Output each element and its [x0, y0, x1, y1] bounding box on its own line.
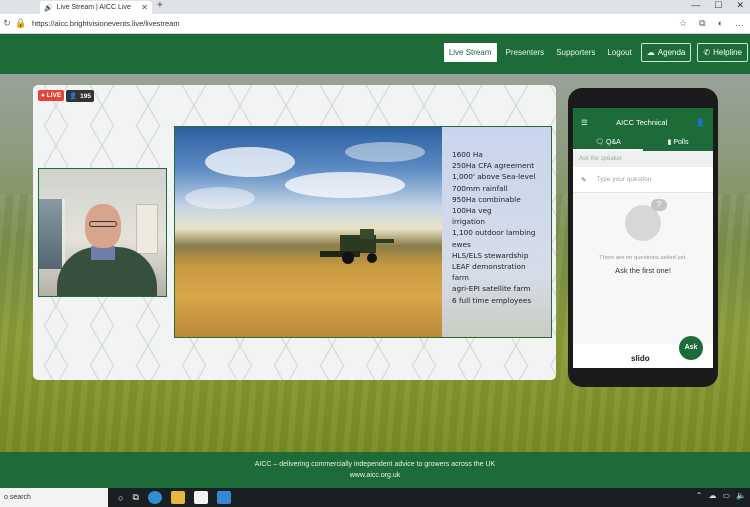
- fact-line: 700mm rainfall: [452, 183, 508, 193]
- close-tab-icon[interactable]: ✕: [141, 3, 148, 12]
- windows-taskbar: o search ○ ⧉ ⌃ ☁ ▭ 🔈: [0, 488, 750, 507]
- nav-presenters[interactable]: Presenters: [503, 43, 548, 62]
- site-footer: AICC – delivering commercially independe…: [0, 452, 750, 488]
- taskbar-search[interactable]: o search: [0, 488, 108, 507]
- speaker-webcam: [38, 168, 167, 297]
- fact-line: 1600 Ha: [452, 150, 483, 159]
- browser-tab[interactable]: 🔊 Live Stream | AICC Live ✕: [40, 1, 152, 14]
- empty-cta: Ask the first one!: [615, 266, 671, 275]
- fact-line: ewes: [452, 239, 471, 249]
- site-nav: Live Stream Presenters Supporters Logout…: [443, 43, 748, 62]
- slido-panel: ☰ AICC Technical 👤 🗨 Q&A ▮ Polls Ask the…: [573, 108, 713, 368]
- fact-line: farm: [452, 273, 470, 283]
- fact-line: irrigation: [452, 217, 486, 227]
- nav-supporters[interactable]: Supporters: [553, 43, 598, 62]
- video-player[interactable]: ● LIVE 👤 195 1600 Ha 250Ha CFA agreement…: [33, 85, 556, 380]
- new-tab-button[interactable]: +: [157, 0, 163, 11]
- harvest-photo: [175, 127, 442, 337]
- address-bar: ↻ 🔒 https://aicc.brightvisionevents.live…: [0, 14, 750, 34]
- tab-qa[interactable]: 🗨 Q&A: [573, 136, 643, 151]
- speaker-glasses: [89, 221, 117, 227]
- chevron-up-icon[interactable]: ⌃: [696, 491, 703, 500]
- network-icon[interactable]: ▭: [722, 491, 730, 500]
- tab-polls-label: Polls: [673, 139, 689, 146]
- fact-line: HLS/ELS stewardship: [452, 250, 529, 260]
- empty-avatar-icon: [625, 199, 667, 241]
- task-view-icon[interactable]: ⧉: [132, 492, 138, 503]
- url-field[interactable]: https://aicc.brightvisionevents.live/liv…: [32, 19, 180, 28]
- user-icon: 👤: [69, 93, 78, 100]
- refresh-icon[interactable]: ↻: [0, 18, 14, 29]
- extension-icon[interactable]: ◐: [718, 18, 723, 29]
- viewer-count: 👤 195: [66, 90, 94, 102]
- lock-icon[interactable]: 🔒: [14, 18, 28, 29]
- slido-event-title: AICC Technical: [616, 117, 668, 127]
- bar-chart-icon: ▮: [667, 139, 672, 146]
- empty-message: There are no questions asked yet.: [599, 255, 687, 261]
- maximize-icon[interactable]: ☐: [714, 0, 722, 11]
- tab-title: Live Stream | AICC Live: [56, 4, 131, 11]
- webcam-board: [136, 204, 158, 254]
- fact-line: agri-EPI satellite farm: [452, 284, 531, 294]
- helpline-button[interactable]: ✆ Helpline: [697, 43, 748, 62]
- combine-harvester: [320, 229, 394, 264]
- system-tray: ⌃ ☁ ▭ 🔈: [696, 491, 746, 500]
- empty-questions-state: There are no questions asked yet. Ask th…: [573, 193, 713, 344]
- webcam-window: [39, 199, 65, 269]
- ask-button[interactable]: Ask: [679, 336, 703, 360]
- slide-facts: 1600 Ha 250Ha CFA agreement 1,000' above…: [442, 127, 551, 337]
- slido-phone-frame: ☰ AICC Technical 👤 🗨 Q&A ▮ Polls Ask the…: [568, 88, 718, 387]
- presentation-slide: 1600 Ha 250Ha CFA agreement 1,000' above…: [174, 126, 552, 338]
- nav-logout[interactable]: Logout: [604, 43, 634, 62]
- fact-line: 950Ha combinable: [452, 194, 521, 204]
- helpline-label: Helpline: [713, 48, 742, 57]
- close-window-icon[interactable]: ✕: [736, 0, 744, 11]
- fact-line: 1,000' above Sea-level: [452, 172, 536, 182]
- fact-line: 6 full time employees: [452, 295, 532, 305]
- audio-icon[interactable]: 🔊: [44, 4, 53, 12]
- ask-speaker-label: Ask the speaker: [573, 151, 713, 167]
- agenda-label: Agenda: [657, 48, 686, 57]
- cortana-icon[interactable]: ○: [118, 493, 123, 503]
- file-explorer-icon[interactable]: [170, 491, 185, 504]
- live-badge: ● LIVE: [38, 90, 65, 101]
- chat-icon: 🗨: [595, 139, 605, 146]
- site-header: Live Stream Presenters Supporters Logout…: [0, 34, 750, 74]
- collections-icon[interactable]: ⧉: [699, 18, 705, 29]
- hamburger-menu-icon[interactable]: ☰: [581, 118, 588, 127]
- fact-line: 100Ha veg: [452, 206, 492, 216]
- cloud-icon[interactable]: ☁: [708, 491, 716, 500]
- agenda-button[interactable]: ☁ Agenda: [640, 43, 692, 62]
- speaker-collar: [91, 246, 115, 260]
- edge-icon[interactable]: [147, 491, 162, 504]
- mail-icon[interactable]: [216, 491, 231, 504]
- cloud-download-icon: ☁: [646, 48, 655, 57]
- volume-icon[interactable]: 🔈: [736, 491, 746, 500]
- favorite-star-icon[interactable]: ☆: [679, 18, 687, 29]
- slido-tabs: 🗨 Q&A ▮ Polls: [573, 136, 713, 151]
- slido-app-bar: ☰ AICC Technical 👤: [573, 108, 713, 136]
- fact-line: 250Ha CFA agreement: [452, 161, 535, 171]
- nav-live-stream[interactable]: Live Stream: [443, 43, 497, 62]
- fact-line: LEAF demonstration: [452, 262, 526, 272]
- footer-link[interactable]: www.aicc.org.uk: [0, 470, 750, 481]
- footer-tagline: AICC – delivering commercially independe…: [254, 461, 496, 468]
- tab-polls[interactable]: ▮ Polls: [643, 136, 713, 151]
- slido-logo: slido: [631, 354, 650, 363]
- window-controls: — ☐ ✕: [691, 0, 744, 11]
- question-placeholder: Type your question: [596, 176, 652, 183]
- more-icon[interactable]: …: [735, 18, 744, 29]
- profile-icon[interactable]: 👤: [696, 118, 705, 127]
- phone-icon: ✆: [703, 48, 711, 57]
- question-input[interactable]: ✎ Type your question: [573, 167, 713, 193]
- store-icon[interactable]: [193, 491, 208, 504]
- browser-tab-strip: 🔊 Live Stream | AICC Live ✕ + — ☐ ✕: [0, 0, 750, 14]
- tab-qa-label: Q&A: [606, 139, 621, 146]
- minimize-icon[interactable]: —: [691, 0, 700, 11]
- viewer-count-value: 195: [80, 92, 91, 100]
- fact-line: 1,100 outdoor lambing: [452, 228, 536, 238]
- edit-icon: ✎: [581, 176, 587, 184]
